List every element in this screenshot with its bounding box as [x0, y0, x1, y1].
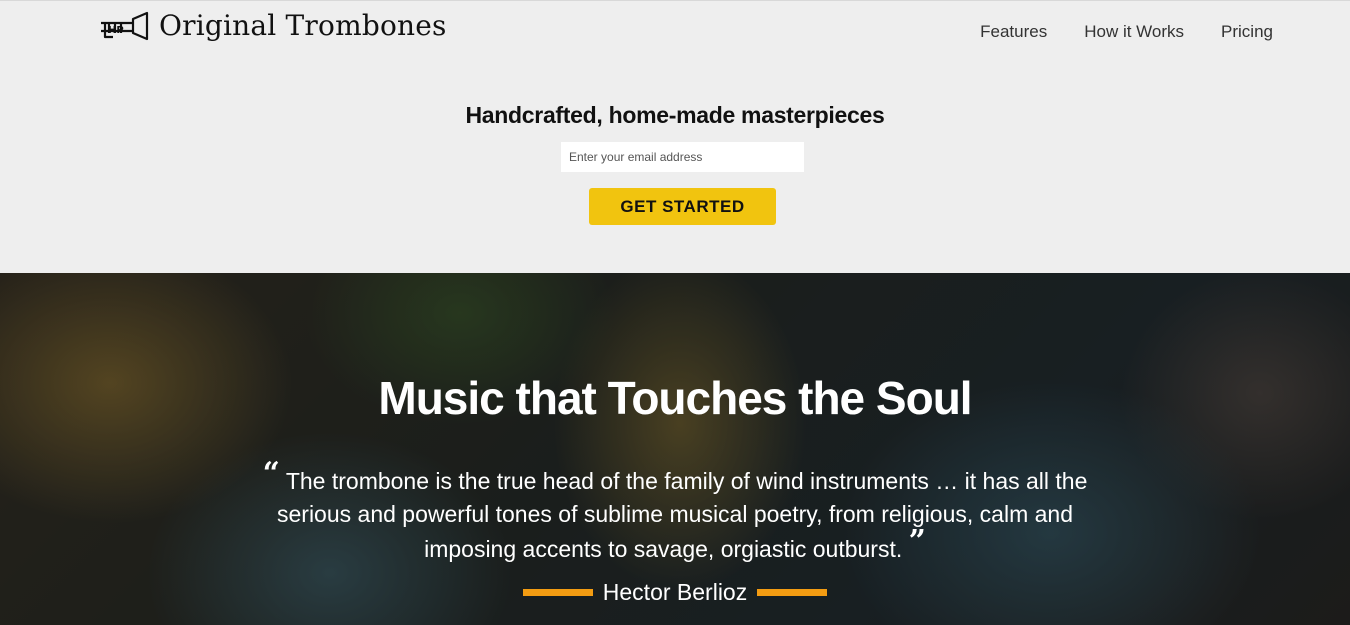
trombone-icon: HP: [101, 11, 149, 41]
logo-text: Original Trombones: [159, 9, 447, 42]
quote-attribution: Hector Berlioz: [0, 579, 1350, 606]
quote-open-mark: “: [262, 456, 280, 491]
attribution-line-right: [757, 589, 828, 596]
quote-author: Hector Berlioz: [602, 579, 748, 605]
nav-link-how-it-works[interactable]: How it Works: [1084, 21, 1184, 43]
quote-text: The trombone is the true head of the fam…: [277, 468, 1088, 562]
quote-close-mark: ”: [908, 524, 926, 559]
main-nav: Features How it Works Pricing: [943, 21, 1273, 43]
nav-link-pricing[interactable]: Pricing: [1221, 21, 1273, 43]
hero-title: Music that Touches the Soul: [378, 372, 972, 424]
tagline: Handcrafted, home-made masterpieces: [465, 102, 885, 128]
email-input[interactable]: [561, 142, 804, 172]
signup-section: Handcrafted, home-made masterpieces GET …: [0, 62, 1350, 273]
site-header: HP Original Trombones Features How it Wo…: [0, 0, 1350, 62]
svg-text:HP: HP: [108, 25, 124, 36]
quote: “ The trombone is the true head of the f…: [245, 457, 1105, 566]
hero-section: Music that Touches the Soul “ The trombo…: [0, 273, 1350, 625]
hero-background-image: [0, 273, 1350, 625]
logo[interactable]: HP Original Trombones: [99, 9, 447, 43]
get-started-button[interactable]: GET STARTED: [589, 188, 776, 225]
nav-link-features[interactable]: Features: [980, 21, 1047, 43]
attribution-line-left: [522, 589, 593, 596]
